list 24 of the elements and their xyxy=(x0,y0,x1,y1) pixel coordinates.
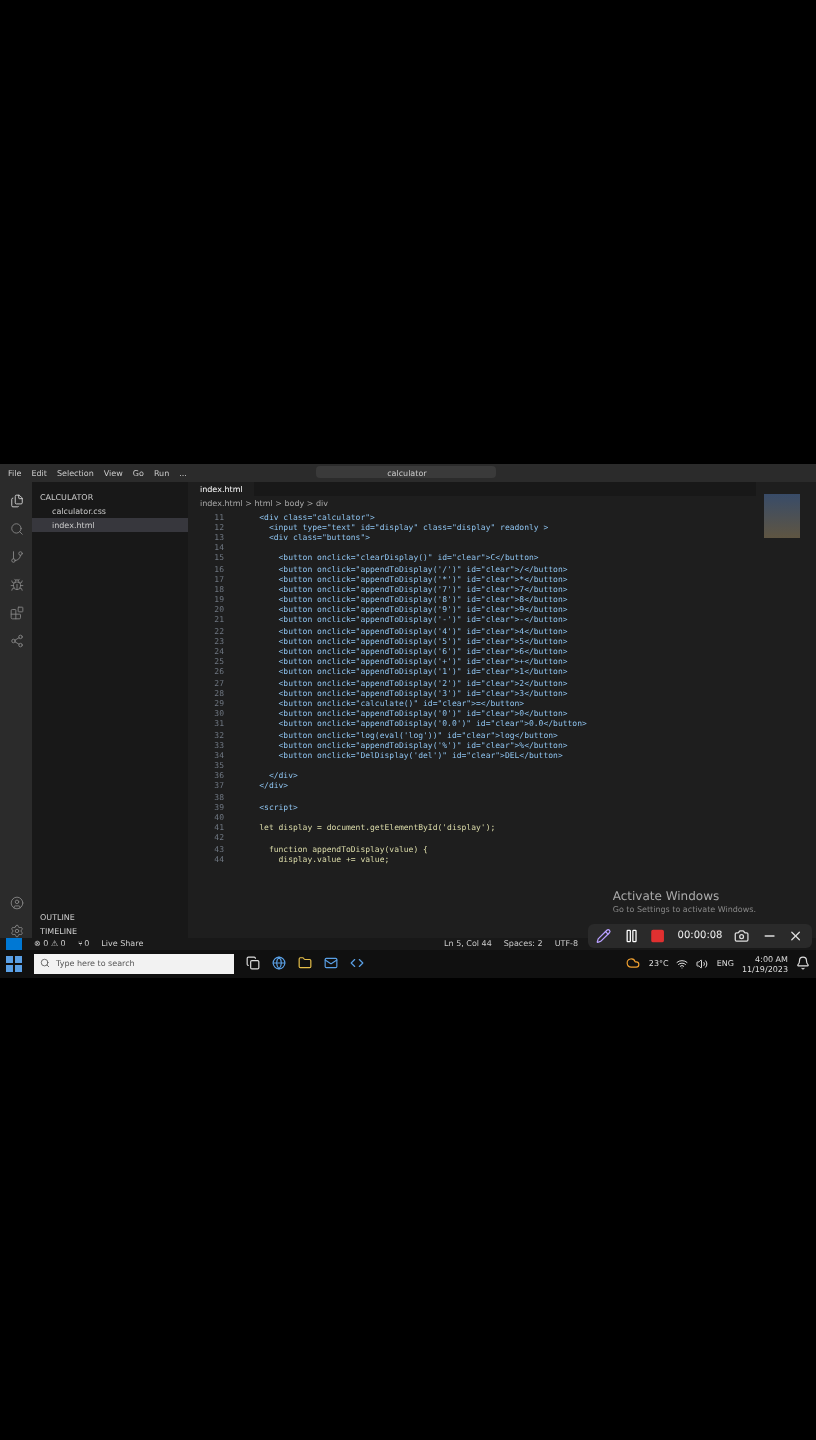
close-icon[interactable] xyxy=(788,927,805,943)
globe-icon[interactable] xyxy=(272,956,286,970)
mail-icon[interactable] xyxy=(324,956,338,970)
volume-icon[interactable] xyxy=(696,957,709,969)
files-icon[interactable] xyxy=(9,493,23,507)
stop-icon[interactable] xyxy=(650,927,666,943)
search-icon[interactable] xyxy=(9,521,23,535)
wifi-icon[interactable] xyxy=(676,957,689,969)
account-icon[interactable] xyxy=(9,895,23,909)
pen-icon[interactable] xyxy=(596,927,612,943)
camera-icon[interactable] xyxy=(734,927,750,943)
search-icon xyxy=(40,958,50,968)
folder-icon[interactable] xyxy=(298,956,312,970)
settings-icon[interactable] xyxy=(9,923,23,937)
pause-icon[interactable] xyxy=(623,927,639,943)
start-icon[interactable] xyxy=(6,955,22,971)
branch-icon[interactable] xyxy=(9,549,23,563)
share-icon[interactable] xyxy=(9,633,23,647)
task-view-icon[interactable] xyxy=(246,956,260,970)
code-icon[interactable] xyxy=(350,956,364,970)
weather-icon[interactable] xyxy=(626,956,641,970)
bug-icon[interactable] xyxy=(9,577,23,591)
notification-icon[interactable] xyxy=(796,956,810,970)
extensions-icon[interactable] xyxy=(9,605,23,619)
